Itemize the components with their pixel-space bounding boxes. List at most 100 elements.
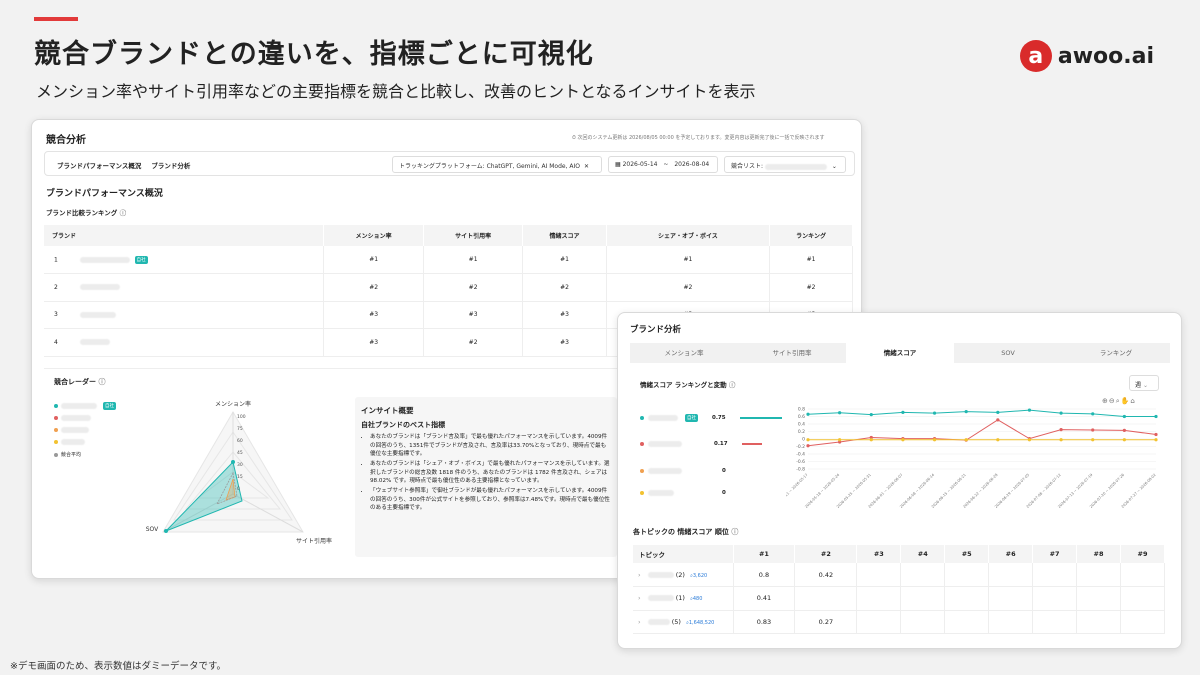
legend-brand-4[interactable]: 0 <box>640 490 726 496</box>
data-point <box>1122 428 1126 432</box>
calendar-icon: ▦ <box>615 161 621 168</box>
legend-self[interactable]: 自社 0.75 <box>640 414 782 422</box>
data-point <box>1154 432 1158 437</box>
topic-cell: › (5) ⌕1,648,520 <box>633 610 734 634</box>
header-rank[interactable]: #6 <box>988 545 1034 563</box>
tab-sentiment-score[interactable]: 情緒スコア <box>846 343 954 363</box>
brand-name-redacted <box>79 311 116 318</box>
x-tick-label: 2026-06-15 ~ 2026-06-21 <box>931 473 967 509</box>
header-rank[interactable]: #7 <box>1032 545 1078 563</box>
tab-sov[interactable]: SOV <box>954 343 1062 363</box>
series-line <box>807 409 1156 417</box>
footnote: ※デモ画面のため、表示数値はダミーデータです。 <box>10 661 227 672</box>
panel-title: ブランド分析 <box>630 325 682 335</box>
topic-table-title: 各トピックの 情緒スコア 順位 ⓘ <box>633 527 738 537</box>
legend-average[interactable]: 競合平均 <box>54 451 81 458</box>
x-tick-label: 2026-06-29 ~ 2026-07-05 <box>994 473 1030 509</box>
brand-name-redacted <box>79 339 110 346</box>
data-point <box>1154 414 1158 419</box>
rank-cell: #1 <box>606 246 771 274</box>
header-mention-rate[interactable]: メンション率 <box>323 225 424 246</box>
header-sentiment[interactable]: 情緒スコア <box>522 225 607 246</box>
header-rank[interactable]: #1 <box>733 545 796 563</box>
legend-dot <box>54 440 58 444</box>
y-tick-label: -0.2 <box>796 444 805 450</box>
header-rank[interactable]: #2 <box>794 545 858 563</box>
legend-brand-2[interactable]: 0.17 <box>640 441 762 447</box>
tab-brand-analysis[interactable]: ブランド分析 <box>151 160 190 170</box>
clock-icon: ⏱ <box>572 135 576 141</box>
legend-brand-2[interactable] <box>54 415 91 421</box>
period-select[interactable]: 週 ⌄ <box>1129 375 1159 391</box>
info-icon[interactable]: ⓘ <box>729 381 736 389</box>
score-cell <box>856 610 902 634</box>
info-icon[interactable]: ⓘ <box>120 209 127 217</box>
slide-headline: 競合ブランドとの違いを、指標ごとに可視化 <box>34 39 594 70</box>
legend-brand-4[interactable] <box>54 439 85 445</box>
rank-cell: #2 <box>423 273 524 302</box>
tab-ranking[interactable]: ランキング <box>1062 343 1170 363</box>
header-ranking[interactable]: ランキング <box>769 225 853 246</box>
brand-name-redacted <box>79 256 130 263</box>
chevron-right-icon[interactable]: › <box>638 571 641 579</box>
tab-citation-rate[interactable]: サイト引用率 <box>738 343 846 363</box>
sentiment-line-chart: 0.80.6 0.40.2 0-0.2 -0.4-0.6 -0.82026-05-11 … <box>786 407 1158 509</box>
header-topic[interactable]: トピック <box>633 545 734 563</box>
data-point <box>806 444 810 448</box>
brand-name-redacted <box>648 441 682 447</box>
brand-name-redacted <box>61 427 89 433</box>
clear-icon[interactable]: ✕ <box>584 163 589 170</box>
legend-brand-3[interactable]: 0 <box>640 468 726 474</box>
header-rank[interactable]: #4 <box>900 545 946 563</box>
header-citation-rate[interactable]: サイト引用率 <box>423 225 524 246</box>
platform-select[interactable]: トラッキングプラットフォーム: ChatGPT, Gemini, AI Mode… <box>392 156 602 173</box>
table-row: 1 自社 #1 #1 #1 #1 #1 <box>44 246 853 274</box>
notice-text: 次回のシステム更新は 2026/08/05 00:00 を予定しております。変更… <box>577 135 825 141</box>
table-row[interactable]: › (1) ⌕480 0.41 <box>633 586 1165 611</box>
header-rank[interactable]: #5 <box>944 545 990 563</box>
competitor-list-select[interactable]: 競合リスト: ⌄ <box>724 156 846 173</box>
radar-tick: 30 <box>237 462 243 468</box>
info-icon[interactable]: ⓘ <box>731 528 738 536</box>
topic-count: (2) <box>675 570 685 579</box>
header-rank[interactable]: #3 <box>856 545 902 563</box>
score-cell: 0.8 <box>733 563 796 587</box>
tab-brand-performance[interactable]: ブランドパフォーマンス概況 <box>57 160 141 170</box>
header-rank[interactable]: #9 <box>1120 545 1165 563</box>
data-point <box>901 438 905 442</box>
legend-self[interactable]: 自社 <box>54 402 116 410</box>
data-point <box>1091 412 1095 416</box>
topic-cell: › (2) ⌕3,620 <box>633 563 734 587</box>
header-brand[interactable]: ブランド <box>44 225 325 246</box>
score-cell: 0.41 <box>733 586 796 611</box>
tab-mention-rate[interactable]: メンション率 <box>630 343 738 363</box>
insight-item: 「ウェブサイト参照率」で御社ブランドが最も優れたパフォーマンスを示しています。4… <box>370 487 611 513</box>
data-point <box>964 438 968 442</box>
score-cell <box>856 586 902 611</box>
legend-dot <box>54 404 58 408</box>
table-row: 2 #2 #2 #2 #2 #2 <box>44 273 853 302</box>
radar-point <box>164 529 168 533</box>
topic-cell: › (1) ⌕480 <box>633 586 734 611</box>
legend-line <box>741 443 762 445</box>
chevron-right-icon[interactable]: › <box>638 594 641 602</box>
radar-chart: メンション率 サイト引用率 SOV 100 75 60 45 30 15 0 <box>146 400 332 545</box>
radar-axis-label: SOV <box>146 526 159 533</box>
table-row[interactable]: › (2) ⌕3,620 0.8 0.42 <box>633 563 1165 587</box>
legend-value: 0.75 <box>712 415 726 421</box>
y-tick-label: 0 <box>802 437 805 443</box>
table-row[interactable]: › (5) ⌕1,648,520 0.83 0.27 <box>633 610 1165 634</box>
chart-title: 情緒スコア ランキングと変動 ⓘ <box>640 379 735 389</box>
score-cell <box>1032 563 1078 587</box>
score-cell <box>1120 610 1165 634</box>
header-sov[interactable]: シェア・オブ・ボイス <box>606 225 771 246</box>
x-tick-label: 2026-06-08 ~ 2026-06-14 <box>899 472 936 509</box>
info-icon[interactable]: ⓘ <box>98 378 105 386</box>
data-point <box>869 413 873 417</box>
date-range-picker[interactable]: ▦ 2026-05-14 ~ 2026-08-04 <box>608 156 718 173</box>
chevron-right-icon[interactable]: › <box>638 618 641 626</box>
legend-brand-3[interactable] <box>54 427 89 433</box>
header-rank[interactable]: #8 <box>1076 545 1121 563</box>
rank-cell: #3 <box>323 328 424 357</box>
data-point <box>901 410 905 414</box>
